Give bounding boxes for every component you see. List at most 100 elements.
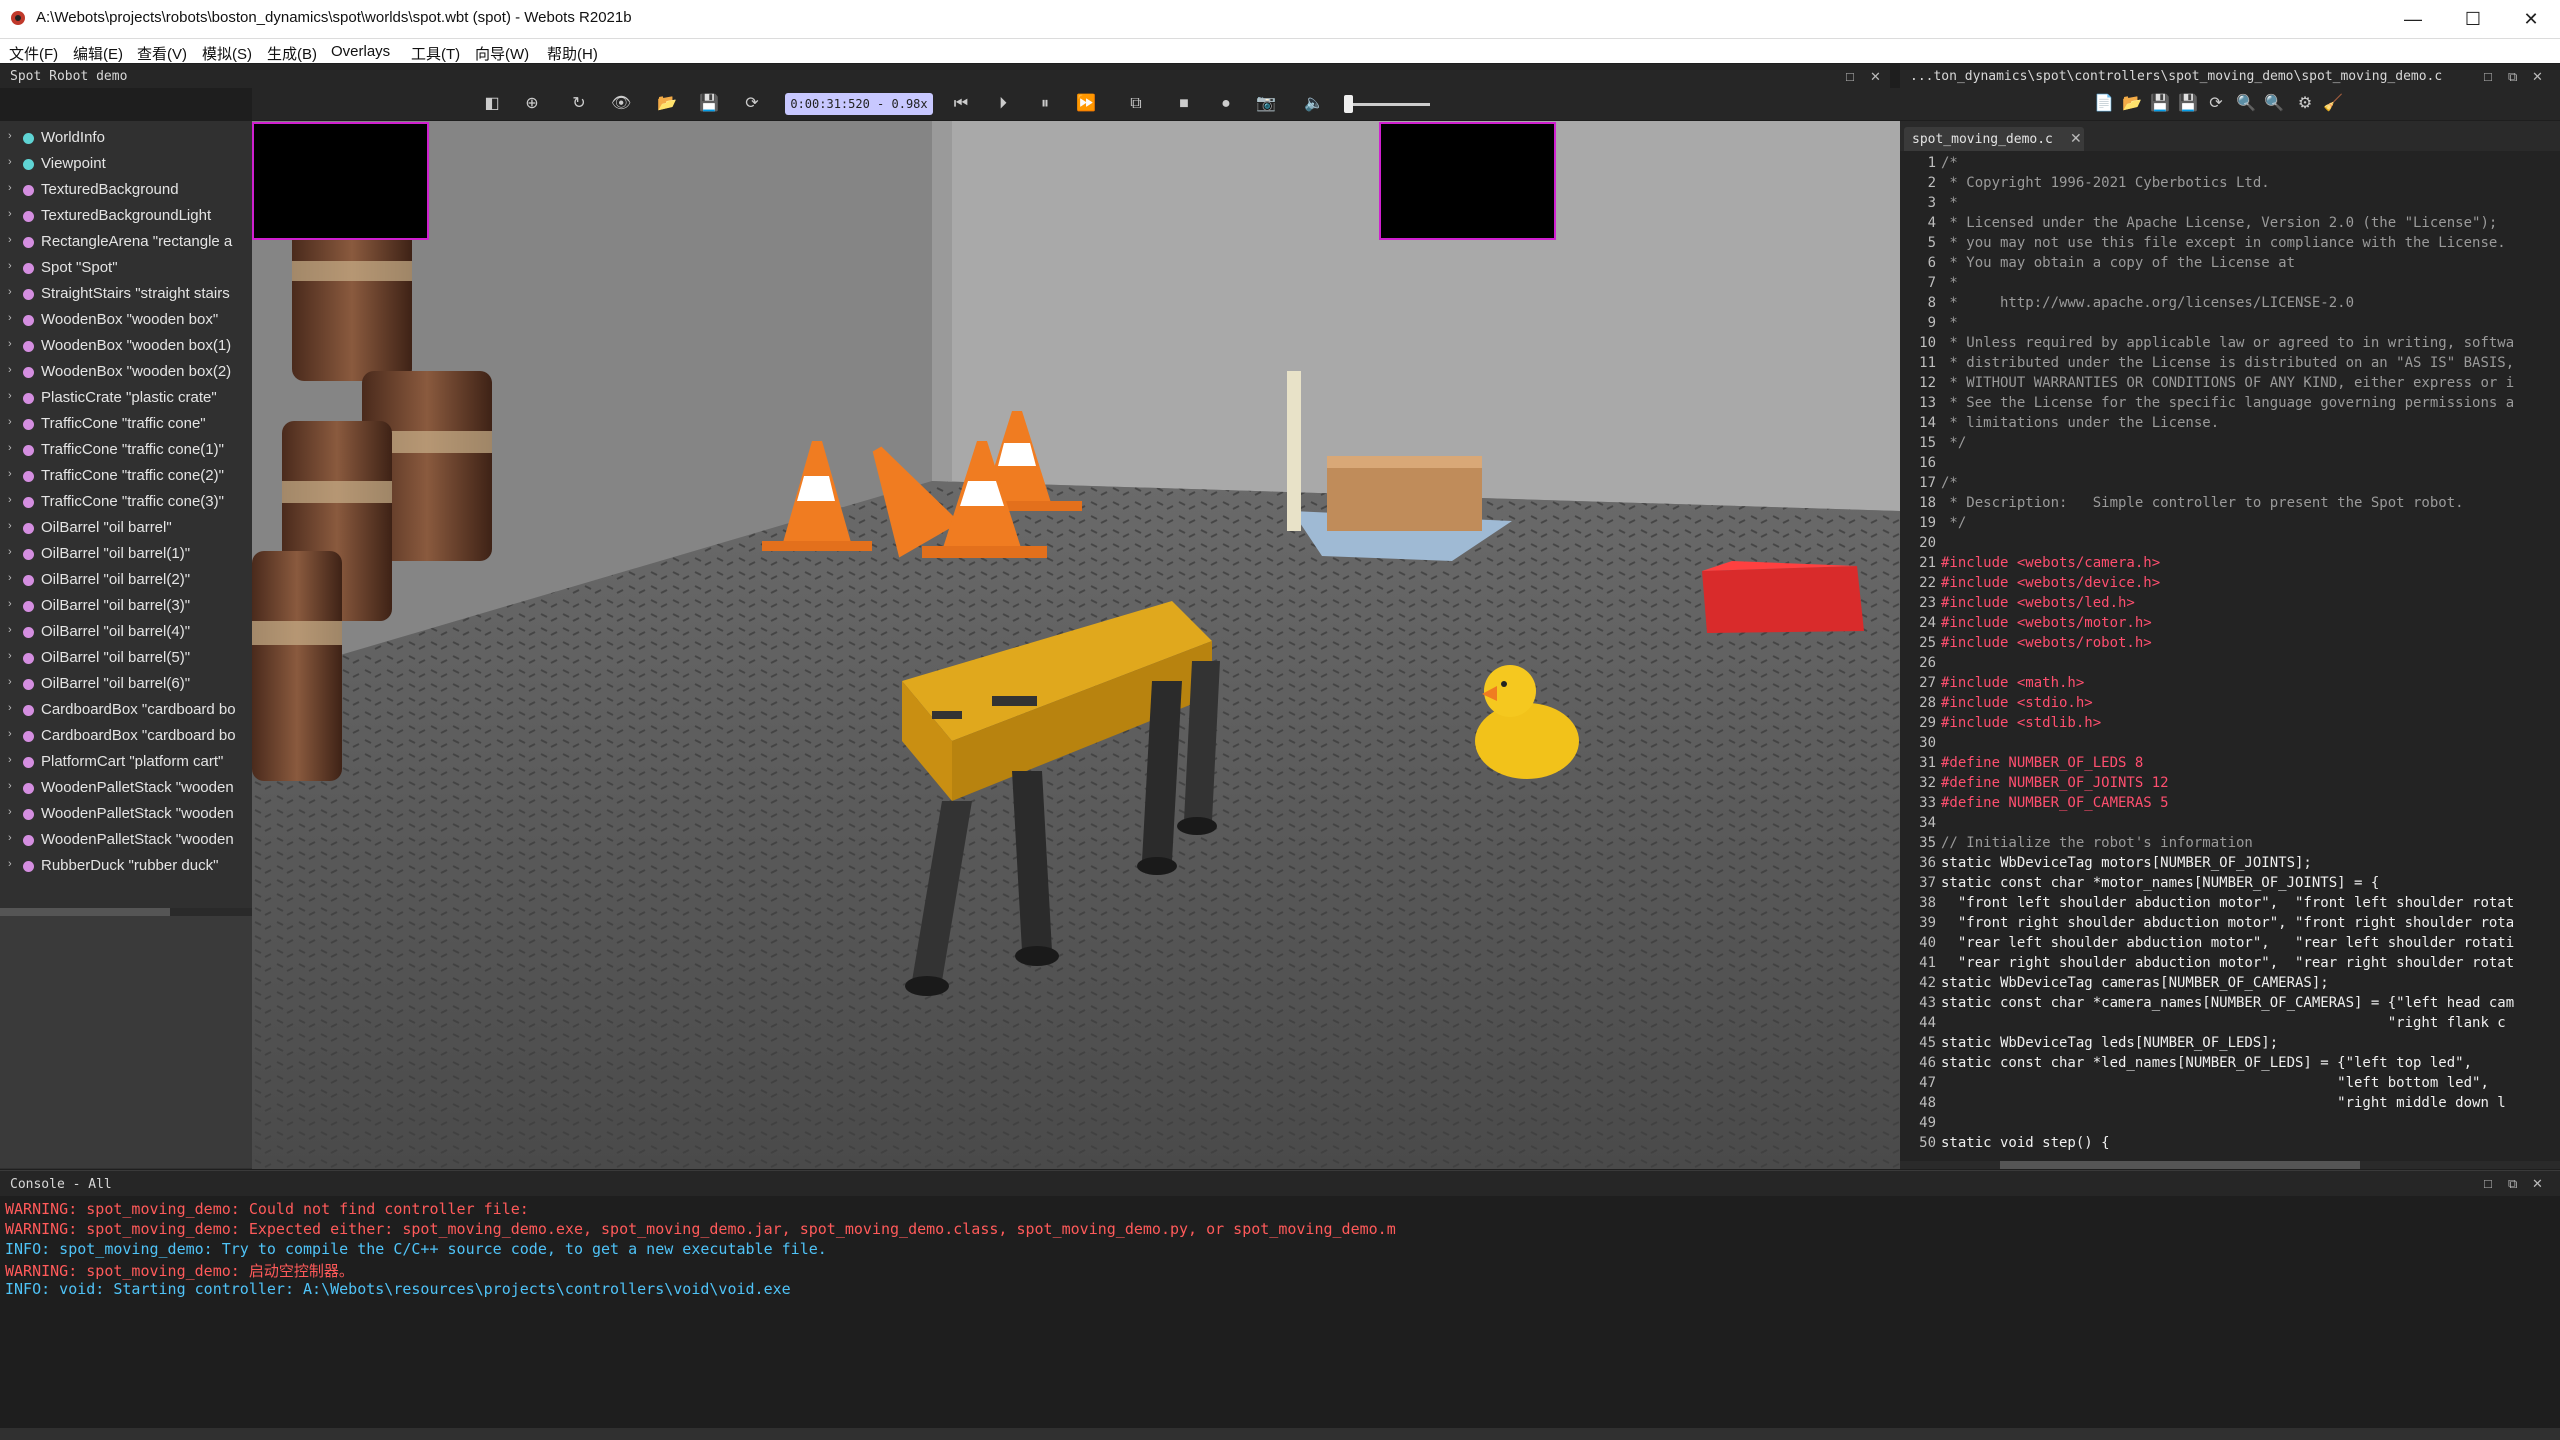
expand-arrow-icon[interactable]: › (8, 546, 12, 558)
scene-tree-node[interactable]: › Spot "Spot" (0, 255, 252, 281)
fast-forward-icon[interactable]: ⏩ (1076, 94, 1096, 114)
expand-arrow-icon[interactable]: › (8, 286, 12, 298)
menu-edit[interactable]: 编辑(E) (73, 43, 123, 64)
expand-arrow-icon[interactable]: › (8, 130, 12, 142)
close-tab-icon[interactable]: ✕ (2070, 130, 2082, 147)
menu-view[interactable]: 查看(V) (137, 43, 187, 64)
code-line[interactable]: 46 static const char *led_names[NUMBER_OF… (1900, 1055, 2560, 1075)
code-line[interactable]: 4 * Licensed under the Apache License, V… (1900, 215, 2560, 235)
code-line[interactable]: 2 * Copyright 1996-2021 Cyberbotics Ltd. (1900, 175, 2560, 195)
menu-simulation[interactable]: 模拟(S) (202, 43, 252, 64)
scene-tree-node[interactable]: › TexturedBackgroundLight (0, 203, 252, 229)
3d-view[interactable] (252, 121, 1900, 1169)
scene-tree-node[interactable]: › CardboardBox "cardboard bo (0, 723, 252, 749)
expand-arrow-icon[interactable]: › (8, 520, 12, 532)
scene-tree-node[interactable]: › Viewpoint (0, 151, 252, 177)
simulation-scene[interactable] (252, 121, 1900, 1169)
float-panel-icon[interactable]: □ (1846, 69, 1854, 84)
reset-view-icon[interactable]: ↻ (569, 94, 589, 114)
open-file-icon[interactable]: 📂 (2122, 94, 2142, 114)
float-panel-icon[interactable]: □ (2484, 1176, 2492, 1191)
code-line[interactable]: 41 "rear right shoulder abduction motor"… (1900, 955, 2560, 975)
code-line[interactable]: 1 /* (1900, 155, 2560, 175)
scene-tree-node[interactable]: › WoodenPalletStack "wooden (0, 801, 252, 827)
revert-icon[interactable]: ⟳ (2206, 94, 2226, 114)
scene-tree-node[interactable]: › RectangleArena "rectangle a (0, 229, 252, 255)
expand-arrow-icon[interactable]: › (8, 208, 12, 220)
code-line[interactable]: 31 #define NUMBER_OF_LEDS 8 (1900, 755, 2560, 775)
scene-tree-node[interactable]: › OilBarrel "oil barrel" (0, 515, 252, 541)
scene-tree-node[interactable]: › OilBarrel "oil barrel(1)" (0, 541, 252, 567)
expand-arrow-icon[interactable]: › (8, 754, 12, 766)
scene-tree-node[interactable]: › PlatformCart "platform cart" (0, 749, 252, 775)
scene-tree-node[interactable]: › WoodenBox "wooden box(1) (0, 333, 252, 359)
code-line[interactable]: 6 * You may obtain a copy of the License… (1900, 255, 2560, 275)
code-line[interactable]: 50 static void step() { (1900, 1135, 2560, 1155)
code-line[interactable]: 25 #include <webots/robot.h> (1900, 635, 2560, 655)
code-line[interactable]: 15 */ (1900, 435, 2560, 455)
volume-icon[interactable]: 🔈 (1304, 94, 1324, 114)
code-line[interactable]: 3 * (1900, 195, 2560, 215)
expand-arrow-icon[interactable]: › (8, 598, 12, 610)
step-icon[interactable]: ⏵ (993, 94, 1013, 114)
minimize-button[interactable]: — (2384, 0, 2442, 38)
detach-panel-icon[interactable]: ⧉ (2508, 69, 2517, 85)
code-line[interactable]: 22 #include <webots/device.h> (1900, 575, 2560, 595)
reload-world-icon[interactable]: ⟳ (742, 94, 762, 114)
scene-tree-node[interactable]: › WoodenPalletStack "wooden (0, 775, 252, 801)
open-world-icon[interactable]: 📂 (657, 94, 677, 114)
find-replace-icon[interactable]: 🔍 (2264, 94, 2284, 114)
code-line[interactable]: 20 (1900, 535, 2560, 555)
menu-tools[interactable]: 工具(T) (411, 43, 460, 64)
menu-file[interactable]: 文件(F) (9, 43, 58, 64)
menu-wizards[interactable]: 向导(W) (475, 43, 529, 64)
code-line[interactable]: 47 "left bottom led", (1900, 1075, 2560, 1095)
expand-arrow-icon[interactable]: › (8, 338, 12, 350)
expand-arrow-icon[interactable]: › (8, 312, 12, 324)
detach-panel-icon[interactable]: ⧉ (2508, 1176, 2517, 1192)
code-line[interactable]: 43 static const char *camera_names[NUMBER… (1900, 995, 2560, 1015)
expand-arrow-icon[interactable]: › (8, 390, 12, 402)
expand-arrow-icon[interactable]: › (8, 572, 12, 584)
code-line[interactable]: 12 * WITHOUT WARRANTIES OR CONDITIONS OF… (1900, 375, 2560, 395)
scene-tree-node[interactable]: › TrafficCone "traffic cone(2)" (0, 463, 252, 489)
code-editor[interactable]: 1 /* 2 * Copyright 1996-2021 Cyberbotics L… (1900, 151, 2560, 1161)
code-line[interactable]: 9 * (1900, 315, 2560, 335)
expand-arrow-icon[interactable]: › (8, 182, 12, 194)
expand-arrow-icon[interactable]: › (8, 702, 12, 714)
console-scrollbar[interactable] (0, 1428, 2560, 1440)
scene-tree-node[interactable]: › PlasticCrate "plastic crate" (0, 385, 252, 411)
expand-arrow-icon[interactable]: › (8, 806, 12, 818)
code-line[interactable]: 32 #define NUMBER_OF_JOINTS 12 (1900, 775, 2560, 795)
expand-arrow-icon[interactable]: › (8, 416, 12, 428)
menu-help[interactable]: 帮助(H) (547, 43, 598, 64)
code-line[interactable]: 37 static const char *motor_names[NUMBER_… (1900, 875, 2560, 895)
scene-tree-node[interactable]: › OilBarrel "oil barrel(6)" (0, 671, 252, 697)
add-node-icon[interactable]: ⊕ (522, 94, 542, 114)
code-line[interactable]: 33 #define NUMBER_OF_CAMERAS 5 (1900, 795, 2560, 815)
fullscreen-icon[interactable]: ⧉ (1126, 94, 1146, 114)
console-output[interactable]: WARNING: spot_moving_demo: Could not fin… (0, 1196, 2560, 1426)
scene-tree-node[interactable]: › OilBarrel "oil barrel(3)" (0, 593, 252, 619)
scene-tree-node[interactable]: › WorldInfo (0, 125, 252, 151)
code-line[interactable]: 8 * http://www.apache.org/licenses/LICEN… (1900, 295, 2560, 315)
code-line[interactable]: 13 * See the License for the specific la… (1900, 395, 2560, 415)
float-panel-icon[interactable]: □ (2484, 69, 2492, 84)
scene-tree-node[interactable]: › TrafficCone "traffic cone(1)" (0, 437, 252, 463)
expand-arrow-icon[interactable]: › (8, 676, 12, 688)
expand-arrow-icon[interactable]: › (8, 442, 12, 454)
step-back-icon[interactable]: ⏮ (951, 94, 971, 114)
code-line[interactable]: 40 "rear left shoulder abduction motor",… (1900, 935, 2560, 955)
view-menu-icon[interactable]: 👁 (611, 94, 631, 114)
expand-arrow-icon[interactable]: › (8, 650, 12, 662)
expand-arrow-icon[interactable]: › (8, 364, 12, 376)
code-line[interactable]: 38 "front left shoulder abduction motor"… (1900, 895, 2560, 915)
code-line[interactable]: 19 */ (1900, 515, 2560, 535)
menu-overlays[interactable]: Overlays (331, 43, 390, 60)
expand-arrow-icon[interactable]: › (8, 780, 12, 792)
code-line[interactable]: 28 #include <stdio.h> (1900, 695, 2560, 715)
close-button[interactable]: ✕ (2502, 0, 2560, 38)
code-line[interactable]: 27 #include <math.h> (1900, 675, 2560, 695)
code-line[interactable]: 11 * distributed under the License is di… (1900, 355, 2560, 375)
menu-build[interactable]: 生成(B) (267, 43, 317, 64)
